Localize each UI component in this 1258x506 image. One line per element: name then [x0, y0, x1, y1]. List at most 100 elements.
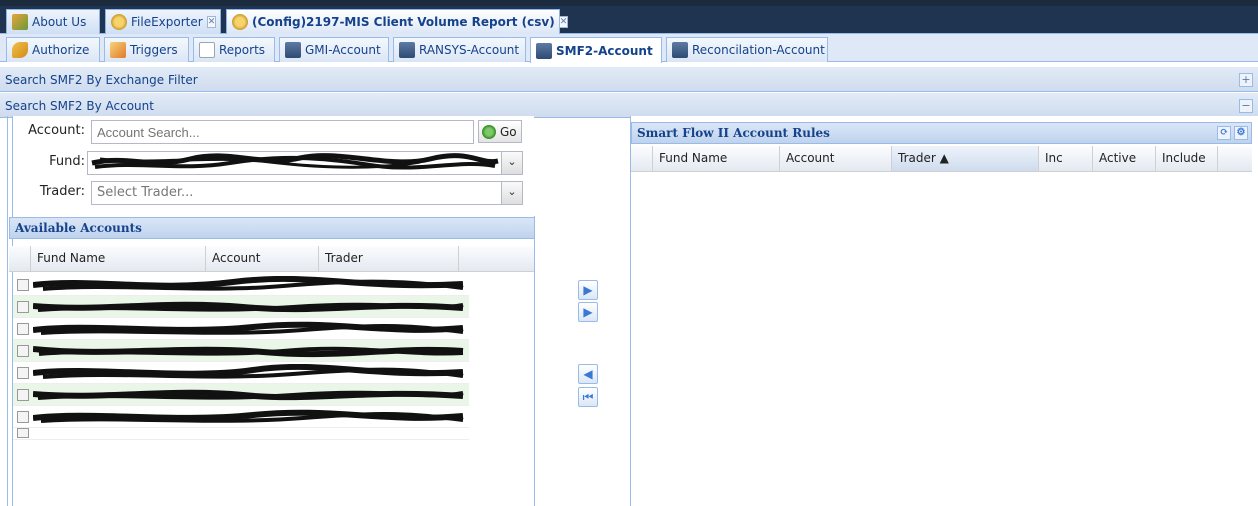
- table-row[interactable]: [13, 384, 469, 406]
- tab-label: Authorize: [32, 43, 90, 57]
- tab-label: GMI-Account: [305, 43, 381, 57]
- checkbox-column-header[interactable]: [631, 146, 653, 171]
- collapse-icon[interactable]: −: [1239, 99, 1253, 113]
- account-search-input[interactable]: [91, 120, 474, 144]
- rules-panel: Smart Flow II Account Rules ⟳ ⚙ Fund Nam…: [630, 116, 1258, 506]
- table-row[interactable]: [13, 340, 469, 362]
- copy-icon: [199, 42, 215, 58]
- account-label: Account:: [28, 123, 85, 138]
- rules-panel-title: Smart Flow II Account Rules ⟳ ⚙: [631, 122, 1252, 144]
- arrow-left-icon: ◀: [583, 367, 593, 381]
- redacted-row: [33, 276, 464, 291]
- checkbox-column-header[interactable]: [9, 246, 31, 271]
- tab-reports[interactable]: Reports: [193, 37, 275, 62]
- arrow-first-icon: ⏮: [582, 390, 594, 404]
- go-button[interactable]: Go: [478, 120, 522, 143]
- refresh-icon[interactable]: ⟳: [1217, 126, 1231, 140]
- redacted-row: [33, 409, 464, 423]
- column-trader[interactable]: Trader: [319, 246, 459, 271]
- row-checkbox[interactable]: [17, 411, 29, 423]
- tab-gmi-account[interactable]: GMI-Account: [279, 37, 389, 62]
- expand-icon[interactable]: +: [1239, 73, 1253, 87]
- tab-authorize[interactable]: Authorize: [6, 37, 100, 62]
- exchange-filter-section[interactable]: Search SMF2 By Exchange Filter +: [0, 66, 1258, 92]
- key-icon: [12, 42, 28, 58]
- chevron-down-icon[interactable]: ⌄: [501, 182, 522, 204]
- section-title: Search SMF2 By Exchange Filter: [5, 73, 198, 87]
- tab-config-report[interactable]: (Config)2197-MIS Client Volume Report (c…: [226, 9, 569, 34]
- arrow-right-icon: ▶: [583, 305, 593, 319]
- table-row[interactable]: [13, 428, 469, 440]
- column-trader-sorted[interactable]: Trader ▲: [892, 146, 1039, 171]
- tab-label: Triggers: [130, 43, 178, 57]
- tab-label: About Us: [32, 15, 87, 29]
- row-checkbox[interactable]: [17, 367, 29, 379]
- tab-reconcilation-account[interactable]: Reconcilation-Account: [666, 37, 828, 62]
- rules-grid-header: Fund Name Account Trader ▲ Inc Active In…: [631, 146, 1252, 172]
- tab-label: Reconcilation-Account: [692, 43, 825, 57]
- move-all-right-button[interactable]: ▶: [578, 302, 598, 322]
- tab-label: RANSYS-Account: [419, 43, 520, 57]
- gear-icon: [111, 14, 127, 30]
- tab-smf2-account[interactable]: SMF2-Account: [530, 37, 662, 63]
- move-right-button[interactable]: ▶: [578, 280, 598, 300]
- search-form-area: Account: Go Fund: ⌄ Trader: Select Trade…: [9, 116, 535, 506]
- column-inc[interactable]: Inc: [1039, 146, 1093, 171]
- row-checkbox[interactable]: [17, 301, 29, 313]
- column-active[interactable]: Active: [1093, 146, 1156, 171]
- close-icon[interactable]: ✕: [206, 16, 217, 28]
- row-checkbox[interactable]: [17, 428, 29, 438]
- column-include[interactable]: Include: [1156, 146, 1218, 171]
- tab-label: SMF2-Account: [556, 43, 653, 58]
- row-checkbox[interactable]: [17, 279, 29, 291]
- panel-divider: [534, 216, 535, 506]
- row-checkbox[interactable]: [17, 323, 29, 335]
- rules-title-text: Smart Flow II Account Rules: [637, 126, 830, 140]
- go-label: Go: [500, 124, 517, 139]
- page-icon: [536, 42, 552, 59]
- available-accounts-rows: [13, 274, 469, 440]
- column-fund-name[interactable]: Fund Name: [31, 246, 206, 271]
- table-row[interactable]: [13, 362, 469, 384]
- table-row[interactable]: [13, 406, 469, 428]
- move-left-button[interactable]: ◀: [578, 364, 598, 384]
- chevron-down-icon[interactable]: ⌄: [501, 152, 522, 174]
- trader-placeholder: Select Trader...: [97, 185, 194, 200]
- redacted-row: [33, 364, 464, 379]
- tab-label: (Config)2197-MIS Client Volume Report (c…: [252, 15, 555, 29]
- fund-select[interactable]: ⌄: [87, 151, 523, 175]
- main-tab-bar: About Us FileExporter ✕ (Config)2197-MIS…: [0, 6, 1258, 34]
- tab-fileexporter[interactable]: FileExporter ✕: [105, 9, 221, 34]
- row-checkbox[interactable]: [17, 389, 29, 401]
- tab-label: Reports: [219, 43, 266, 57]
- table-row[interactable]: [13, 274, 469, 296]
- column-account[interactable]: Account: [780, 146, 892, 171]
- sub-tab-bar: Authorize Triggers Reports GMI-Account R…: [0, 34, 1258, 63]
- account-section[interactable]: Search SMF2 By Account −: [0, 92, 1258, 118]
- redacted-row: [33, 321, 464, 335]
- gear-icon: [232, 14, 248, 30]
- trader-label: Trader:: [39, 184, 85, 199]
- column-fund-name[interactable]: Fund Name: [653, 146, 780, 171]
- redacted-row: [33, 301, 464, 313]
- section-title: Search SMF2 By Account: [5, 99, 154, 113]
- gear-icon[interactable]: ⚙: [1234, 126, 1248, 140]
- close-icon[interactable]: ✕: [558, 16, 569, 28]
- table-row[interactable]: [13, 318, 469, 340]
- table-row[interactable]: [13, 296, 469, 318]
- tab-about-us[interactable]: About Us: [6, 9, 100, 34]
- people-icon: [12, 14, 28, 30]
- tab-ransys-account[interactable]: RANSYS-Account: [393, 37, 526, 62]
- redacted-row: [33, 346, 464, 358]
- page-icon: [399, 42, 415, 58]
- redacted-value: [91, 153, 499, 170]
- trigger-icon: [110, 42, 126, 58]
- column-account[interactable]: Account: [206, 246, 319, 271]
- move-all-left-button[interactable]: ⏮: [578, 387, 598, 407]
- available-accounts-title: Available Accounts: [9, 217, 535, 239]
- fund-label: Fund:: [49, 154, 85, 169]
- arrow-right-icon: ▶: [583, 283, 593, 297]
- trader-select[interactable]: Select Trader... ⌄: [91, 181, 523, 205]
- tab-triggers[interactable]: Triggers: [104, 37, 189, 62]
- row-checkbox[interactable]: [17, 345, 29, 357]
